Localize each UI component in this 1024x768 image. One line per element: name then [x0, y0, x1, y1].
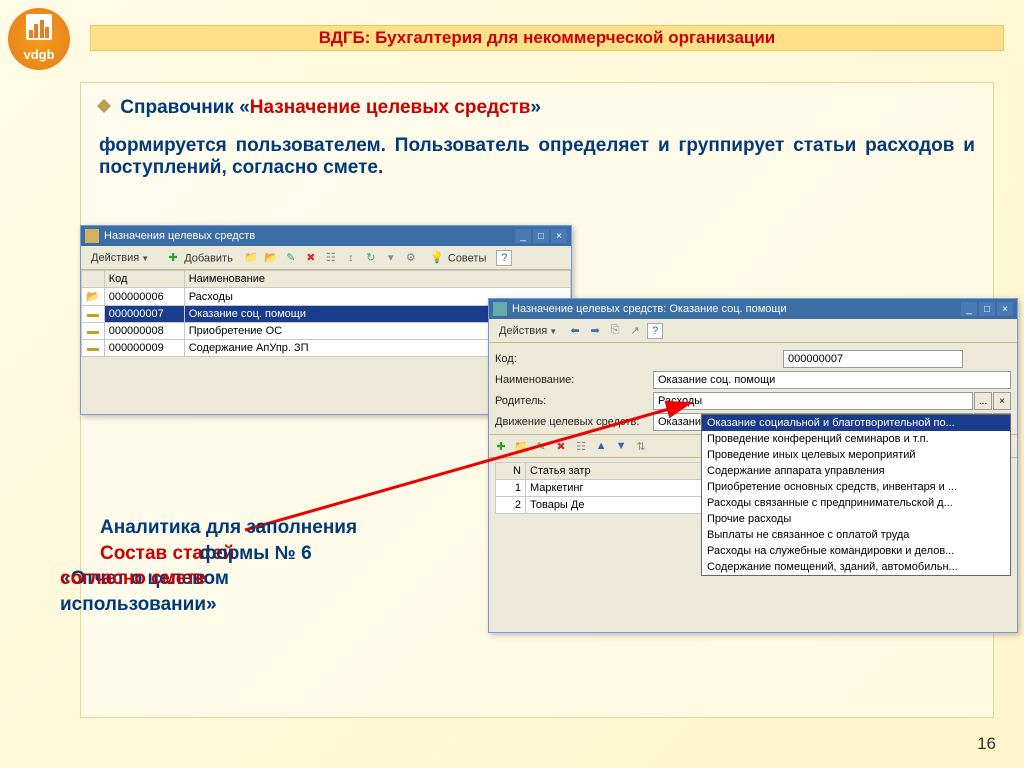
settings-icon[interactable]: ⚙: [403, 250, 419, 266]
move-icon[interactable]: ↕: [343, 250, 359, 266]
goto-icon[interactable]: ↗: [627, 323, 643, 339]
hierarchy-icon[interactable]: ☷: [323, 250, 339, 266]
dropdown-item[interactable]: Прочие расходы: [702, 511, 1010, 527]
parent-input[interactable]: Расходы: [653, 392, 973, 410]
body-text: формируется пользователем. Пользователь …: [99, 135, 975, 179]
dropdown-item[interactable]: Оказание социальной и благотворительной …: [702, 415, 1010, 431]
delete-icon[interactable]: ✖: [553, 438, 569, 454]
col-code[interactable]: Код: [104, 271, 184, 288]
col-n[interactable]: N: [496, 463, 526, 480]
close-button[interactable]: ×: [551, 229, 567, 243]
dropdown-item[interactable]: Расходы связанные с предпринимательской …: [702, 495, 1010, 511]
subheading-suffix: »: [530, 97, 541, 118]
toolbar-list: Действия▼ ✚ Добавить 📁 📂 ✎ ✖ ☷ ↕ ↻ ▾ ⚙ 💡…: [81, 246, 571, 270]
copy-icon[interactable]: ⎘: [607, 323, 623, 339]
logo-text: vdgb: [23, 47, 54, 62]
add-button[interactable]: ✚ Добавить: [159, 247, 239, 269]
sub-heading: Справочник «Назначение целевых средств»: [99, 97, 975, 119]
up-icon[interactable]: ▲: [593, 438, 609, 454]
movement-dropdown[interactable]: Оказание социальной и благотворительной …: [701, 414, 1011, 576]
maximize-button[interactable]: □: [979, 302, 995, 316]
header-bar: ВДГБ: Бухгалтерия для некоммерческой орг…: [90, 25, 1004, 51]
actions-menu[interactable]: Действия▼: [493, 322, 563, 340]
logo: vdgb: [8, 8, 70, 70]
down-icon[interactable]: ▼: [613, 438, 629, 454]
clear-button[interactable]: ×: [993, 392, 1011, 410]
plus-icon: ✚: [165, 250, 181, 266]
subheading-prefix: Справочник «: [120, 97, 249, 118]
toolbar-form: Действия▼ ⬅ ➡ ⎘ ↗ ?: [489, 319, 1017, 343]
window-icon: [493, 302, 507, 316]
window-icon: [85, 229, 99, 243]
col-name[interactable]: Наименование: [184, 271, 570, 288]
window-form: Назначение целевых средств: Оказание соц…: [488, 298, 1018, 633]
edit-icon[interactable]: ✎: [533, 438, 549, 454]
close-button[interactable]: ×: [997, 302, 1013, 316]
name-label: Наименование:: [495, 374, 653, 386]
dropdown-item[interactable]: Содержание аппарата управления: [702, 463, 1010, 479]
movement-label: Движение целевых средств:: [495, 416, 653, 428]
hierarchy-icon[interactable]: ☷: [573, 438, 589, 454]
parent-label: Родитель:: [495, 395, 653, 407]
dropdown-item[interactable]: Выплаты не связанное с оплатой труда: [702, 527, 1010, 543]
titlebar-list[interactable]: Назначения целевых средств _ □ ×: [81, 226, 571, 246]
code-label: Код:: [495, 353, 653, 365]
help-icon[interactable]: ?: [647, 323, 663, 339]
help-icon[interactable]: ?: [496, 250, 512, 266]
refresh-icon[interactable]: ↻: [363, 250, 379, 266]
subheading-highlight: Назначение целевых средств: [250, 97, 531, 118]
dropdown-item[interactable]: Проведение иных целевых мероприятий: [702, 447, 1010, 463]
dropdown-item[interactable]: Расходы на служебные командировки и дело…: [702, 543, 1010, 559]
code-input[interactable]: 000000007: [783, 350, 963, 368]
page-number: 16: [977, 734, 996, 754]
dropdown-item[interactable]: Проведение конференций семинаров и т.п.: [702, 431, 1010, 447]
anno-line2b: формы № 6: [200, 543, 312, 564]
tips-button[interactable]: 💡 Советы: [423, 247, 493, 269]
minimize-button[interactable]: _: [961, 302, 977, 316]
bullet-icon: [97, 99, 111, 113]
titlebar-form[interactable]: Назначение целевых средств: Оказание соц…: [489, 299, 1017, 319]
delete-icon[interactable]: ✖: [303, 250, 319, 266]
header-title: ВДГБ: Бухгалтерия для некоммерческой орг…: [319, 28, 776, 48]
prev-icon[interactable]: ⬅: [567, 323, 583, 339]
dropdown-item[interactable]: Приобретение основных средств, инвентаря…: [702, 479, 1010, 495]
anno-line1: Аналитика для заполнения: [100, 515, 357, 541]
window-form-title: Назначение целевых средств: Оказание соц…: [512, 303, 787, 315]
window-list-title: Назначения целевых средств: [104, 230, 255, 242]
actions-menu[interactable]: Действия▼: [85, 249, 155, 267]
maximize-button[interactable]: □: [533, 229, 549, 243]
anno-line3b: согласно смете: [60, 568, 206, 589]
add-row-icon[interactable]: ✚: [493, 438, 509, 454]
annotation-text: Аналитика для заполнения Состав статей ф…: [100, 515, 357, 592]
new-group-icon[interactable]: 📁: [243, 250, 259, 266]
dropdown-item[interactable]: Содержание помещений, зданий, автомобиль…: [702, 559, 1010, 575]
select-button[interactable]: ...: [974, 392, 992, 410]
next-icon[interactable]: ➡: [587, 323, 603, 339]
sort-icon[interactable]: ⇅: [633, 438, 649, 454]
new-group-icon[interactable]: 📁: [513, 438, 529, 454]
edit-icon[interactable]: ✎: [283, 250, 299, 266]
minimize-button[interactable]: _: [515, 229, 531, 243]
lightbulb-icon: 💡: [429, 250, 445, 266]
new-folder-icon[interactable]: 📂: [263, 250, 279, 266]
name-input[interactable]: Оказание соц. помощи: [653, 371, 1011, 389]
filter-icon[interactable]: ▾: [383, 250, 399, 266]
